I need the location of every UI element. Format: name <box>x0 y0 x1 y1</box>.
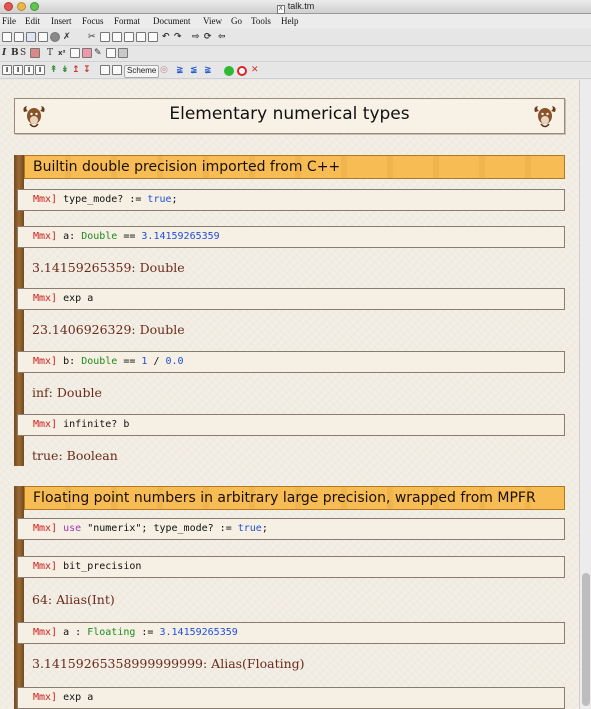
open-icon[interactable] <box>14 32 24 42</box>
session-output: 3.14159265359: Double <box>32 260 185 275</box>
update-icon[interactable]: ⟳ <box>204 32 212 43</box>
close-document-icon[interactable]: ✗ <box>63 32 71 43</box>
refresh-icon[interactable]: ⇦ <box>218 32 226 43</box>
session-prompt: Mmx] <box>33 627 58 638</box>
session-output: 3.14159265358999999999: Alias(Floating) <box>32 656 305 671</box>
delete-above-icon[interactable]: ↥ <box>72 65 80 76</box>
session-prompt: Mmx] <box>33 356 58 367</box>
window-title-bar: Xtalk.tm <box>0 0 591 14</box>
session-toolbar: I I I I ↟ ↡ ↥ ↧ Scheme ◎ ≩ ≨ ≩ ✕ <box>0 63 591 79</box>
menu-document[interactable]: Document <box>153 16 191 26</box>
session-input[interactable]: Mmx] a: Double == 3.14159265359 <box>17 226 565 248</box>
session-input[interactable]: Mmx] a : Floating := 3.14159265359 <box>17 622 565 644</box>
session-prompt: Mmx] <box>33 194 58 205</box>
window-title: Xtalk.tm <box>276 1 315 14</box>
input-options-icon[interactable]: I <box>2 65 12 75</box>
interrupt-icon[interactable] <box>237 66 247 76</box>
menu-view[interactable]: View <box>203 16 222 26</box>
scrollbar-thumb[interactable] <box>582 573 590 706</box>
spell-icon[interactable]: ⇨ <box>192 32 200 43</box>
session-prompt: Mmx] <box>33 692 58 703</box>
evaluate-icon[interactable] <box>224 66 234 76</box>
document-title-banner: Elementary numerical types <box>14 98 565 134</box>
session-prompt: Mmx] <box>33 419 58 430</box>
gnu-logo-right-icon <box>534 106 556 128</box>
insert-below-icon[interactable]: ↡ <box>61 65 69 76</box>
copy-icon[interactable] <box>100 32 110 42</box>
clear-icon[interactable] <box>124 32 134 42</box>
menu-format[interactable]: Format <box>114 16 140 26</box>
italic-icon[interactable]: I <box>2 48 6 59</box>
session-input[interactable]: Mmx] exp a <box>17 288 565 310</box>
text-field-icon[interactable]: I <box>24 65 34 75</box>
stop-icon[interactable]: ✕ <box>251 65 259 76</box>
print-icon[interactable] <box>38 32 48 42</box>
frame-icon[interactable] <box>106 48 116 58</box>
session-menu-icon[interactable]: ◎ <box>160 65 168 76</box>
redo-icon[interactable]: ↷ <box>174 32 182 43</box>
section-title: Floating point numbers in arbitrary larg… <box>24 486 565 510</box>
color-icon[interactable] <box>30 48 40 58</box>
math-field-icon[interactable]: I <box>35 65 45 75</box>
insert-above-icon[interactable]: ↟ <box>50 65 58 76</box>
output-options-icon[interactable]: I <box>13 65 23 75</box>
session-output: 23.1406926329: Double <box>32 322 185 337</box>
scheme-button[interactable]: Scheme <box>124 65 160 78</box>
undo-icon[interactable]: ↶ <box>162 32 170 43</box>
menu-focus[interactable]: Focus <box>82 16 104 26</box>
vertical-scrollbar[interactable] <box>579 80 591 709</box>
delete-below-icon[interactable]: ↧ <box>83 65 91 76</box>
join-icon[interactable]: ≨ <box>190 65 198 76</box>
link-icon[interactable]: ✎ <box>94 48 102 59</box>
save-icon[interactable] <box>26 32 36 42</box>
session-prompt: Mmx] <box>33 561 58 572</box>
session-output: inf: Double <box>32 385 102 400</box>
table-icon[interactable] <box>70 48 80 58</box>
math-icon[interactable]: x² <box>58 48 66 59</box>
image-icon[interactable] <box>82 48 92 58</box>
session-prompt: Mmx] <box>33 523 58 534</box>
session-icon[interactable] <box>118 48 128 58</box>
paste-icon[interactable] <box>112 32 122 42</box>
session-output: true: Boolean <box>32 448 118 463</box>
text-icon[interactable]: T <box>47 48 53 59</box>
document-title: Elementary numerical types <box>169 104 410 124</box>
menu-tools[interactable]: Tools <box>251 16 271 26</box>
session-input[interactable]: Mmx] type_mode? := true; <box>17 189 565 211</box>
merge-icon[interactable]: ≩ <box>204 65 212 76</box>
fold-icon[interactable] <box>100 65 110 75</box>
format-toolbar: I B S T x² ✎ <box>0 46 591 62</box>
unfold-icon[interactable] <box>112 65 122 75</box>
cut-icon[interactable]: ✂ <box>88 32 96 43</box>
session-input[interactable]: Mmx] infinite? b <box>17 414 565 436</box>
main-toolbar: ✗ ✂ ↶ ↷ ⇨ ⟳ ⇦ <box>0 30 591 46</box>
menu-go[interactable]: Go <box>231 16 242 26</box>
session-output: 64: Alias(Int) <box>32 592 115 607</box>
menu-file[interactable]: File <box>2 16 16 26</box>
session-input[interactable]: Mmx] exp a <box>17 687 565 709</box>
document-icon: X <box>276 5 285 14</box>
session-input[interactable]: Mmx] use "numerix"; type_mode? := true; <box>17 518 565 540</box>
new-document-icon[interactable] <box>2 32 12 42</box>
split-icon[interactable]: ≩ <box>176 65 184 76</box>
replace-icon[interactable] <box>148 32 158 42</box>
bold-icon[interactable]: B <box>11 48 19 59</box>
export-icon[interactable] <box>50 32 60 42</box>
section-title: Builtin double precision imported from C… <box>24 155 565 179</box>
menu-insert[interactable]: Insert <box>51 16 72 26</box>
menu-help[interactable]: Help <box>281 16 299 26</box>
menu-bar: File Edit Insert Focus Format Document V… <box>0 14 591 28</box>
sans-icon[interactable]: S <box>20 48 26 59</box>
menu-edit[interactable]: Edit <box>25 16 40 26</box>
session-input[interactable]: Mmx] bit_precision <box>17 556 565 578</box>
session-prompt: Mmx] <box>33 293 58 304</box>
session-prompt: Mmx] <box>33 231 58 242</box>
session-input[interactable]: Mmx] b: Double == 1 / 0.0 <box>17 351 565 373</box>
find-icon[interactable] <box>136 32 146 42</box>
